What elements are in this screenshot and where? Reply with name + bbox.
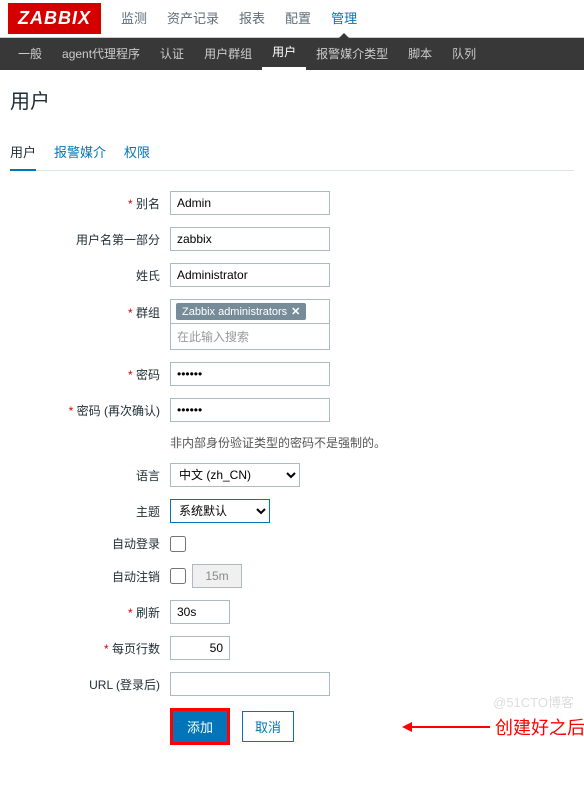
group-search-input[interactable]: 在此输入搜索 <box>170 324 330 350</box>
group-tag-remove-icon[interactable]: ✕ <box>291 305 300 318</box>
input-lastname[interactable] <box>170 263 330 287</box>
label-url: URL (登录后) <box>10 676 170 693</box>
label-refresh: 刷新 <box>10 604 170 621</box>
button-row: 添加 取消 创建好之后添加 <box>170 708 574 745</box>
watermark: @51CTO博客 <box>493 692 574 711</box>
label-rows: 每页行数 <box>10 640 170 657</box>
group-tag-label: Zabbix administrators <box>182 306 287 318</box>
group-tag: Zabbix administrators ✕ <box>176 303 306 320</box>
group-tag-container[interactable]: Zabbix administrators ✕ <box>170 299 330 324</box>
subnav-auth[interactable]: 认证 <box>150 38 194 70</box>
annotation-text: 创建好之后添加 <box>495 714 584 740</box>
label-password: 密码 <box>10 366 170 383</box>
label-group: 群组 <box>10 299 170 321</box>
input-firstname[interactable] <box>170 227 330 251</box>
user-form: 别名 用户名第一部分 姓氏 群组 Zabbix administrators ✕ <box>10 171 574 745</box>
password-hint: 非内部身份验证类型的密码不是强制的。 <box>170 434 386 451</box>
add-button[interactable]: 添加 <box>170 708 230 745</box>
input-alias[interactable] <box>170 191 330 215</box>
tab-permissions[interactable]: 权限 <box>124 134 150 170</box>
label-language: 语言 <box>10 467 170 484</box>
input-rows[interactable] <box>170 636 230 660</box>
nav-inventory[interactable]: 资产记录 <box>157 0 229 38</box>
arrow-icon <box>410 726 490 728</box>
sub-nav: 一般 agent代理程序 认证 用户群组 用户 报警媒介类型 脚本 队列 <box>0 38 584 70</box>
select-theme[interactable]: 系统默认 <box>170 499 270 523</box>
label-password-confirm: 密码 (再次确认) <box>10 402 170 419</box>
label-autologin: 自动登录 <box>10 535 170 552</box>
input-autologout <box>192 564 242 588</box>
input-password[interactable] <box>170 362 330 386</box>
checkbox-autologin[interactable] <box>170 536 186 552</box>
select-language[interactable]: 中文 (zh_CN) <box>170 463 300 487</box>
label-firstname: 用户名第一部分 <box>10 231 170 248</box>
input-url[interactable] <box>170 672 330 696</box>
input-password-confirm[interactable] <box>170 398 330 422</box>
label-alias: 别名 <box>10 195 170 212</box>
subnav-usergroups[interactable]: 用户群组 <box>194 38 262 70</box>
subnav-general[interactable]: 一般 <box>8 38 52 70</box>
top-nav: ZABBIX 监测 资产记录 报表 配置 管理 <box>0 0 584 38</box>
annotation: 创建好之后添加 <box>410 714 584 740</box>
tab-media[interactable]: 报警媒介 <box>54 134 106 170</box>
checkbox-autologout[interactable] <box>170 568 186 584</box>
subnav-users[interactable]: 用户 <box>262 38 306 70</box>
logo[interactable]: ZABBIX <box>8 3 101 34</box>
nav-monitor[interactable]: 监测 <box>111 0 157 38</box>
label-autologout: 自动注销 <box>10 568 170 585</box>
nav-config[interactable]: 配置 <box>275 0 321 38</box>
label-lastname: 姓氏 <box>10 267 170 284</box>
cancel-button[interactable]: 取消 <box>242 711 294 742</box>
subnav-mediatypes[interactable]: 报警媒介类型 <box>306 38 398 70</box>
input-refresh[interactable] <box>170 600 230 624</box>
label-theme: 主题 <box>10 503 170 520</box>
subnav-queue[interactable]: 队列 <box>442 38 486 70</box>
nav-reports[interactable]: 报表 <box>229 0 275 38</box>
subnav-proxies[interactable]: agent代理程序 <box>52 38 150 70</box>
subnav-scripts[interactable]: 脚本 <box>398 38 442 70</box>
tab-user[interactable]: 用户 <box>10 134 36 171</box>
tabs: 用户 报警媒介 权限 <box>10 129 574 171</box>
nav-admin[interactable]: 管理 <box>321 0 367 38</box>
page-title: 用户 <box>0 70 584 129</box>
